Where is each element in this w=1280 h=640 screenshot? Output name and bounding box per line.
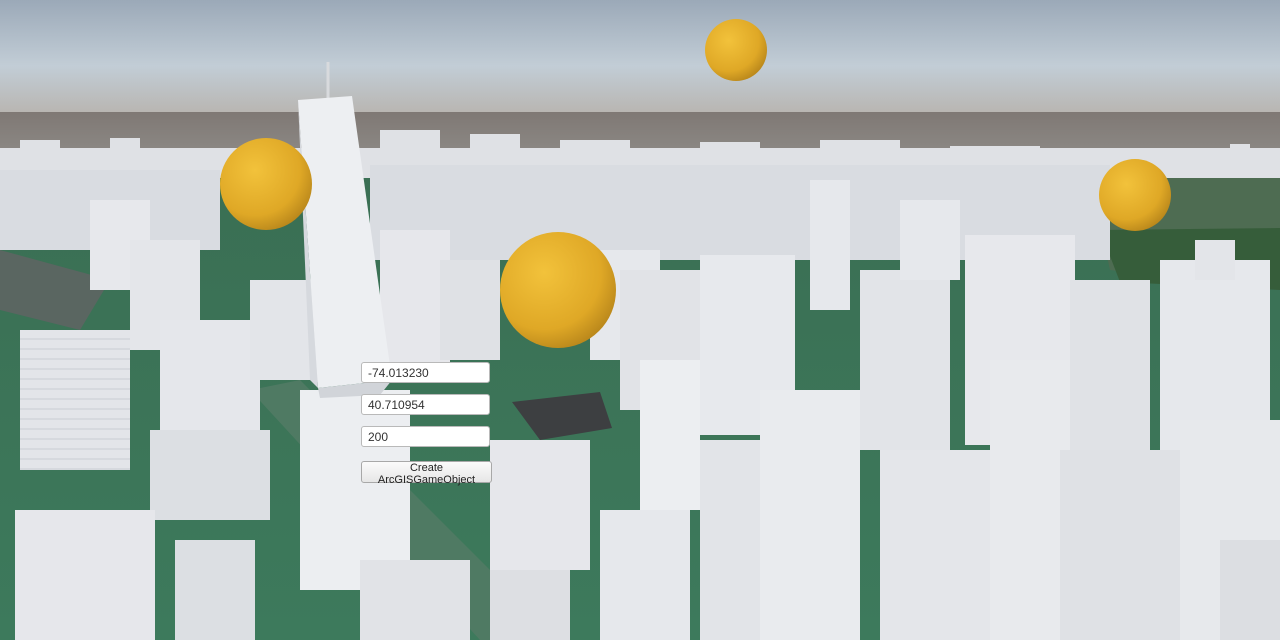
create-arcgis-gameobject-button[interactable]: Create ArcGISGameObject [361, 461, 492, 486]
latitude-input[interactable] [361, 394, 490, 415]
longitude-input[interactable] [361, 362, 490, 383]
sphere [500, 232, 616, 348]
altitude-input[interactable] [361, 426, 490, 447]
sky [0, 0, 1280, 120]
city-3d-viewport[interactable] [0, 0, 1280, 640]
sphere [220, 138, 312, 230]
sphere [1099, 159, 1171, 231]
sphere [705, 19, 767, 81]
